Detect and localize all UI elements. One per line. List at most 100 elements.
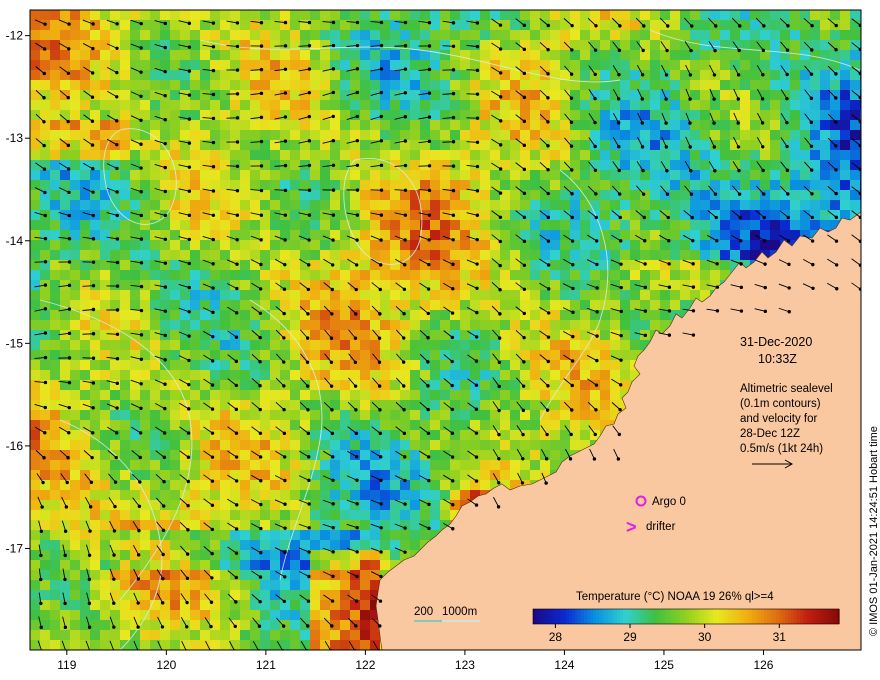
velocity-arrow-head (115, 46, 119, 50)
velocity-arrow-head (258, 335, 262, 340)
velocity-arrow-head (331, 163, 336, 167)
velocity-arrow-head (211, 68, 216, 73)
velocity-arrow-head (451, 213, 456, 217)
velocity-arrow-head (379, 90, 384, 95)
velocity-arrow-head (618, 383, 623, 387)
velocity-arrow-head (619, 239, 623, 243)
velocity-arrow-head (570, 48, 574, 52)
velocity-arrow-head (499, 119, 503, 123)
velocity-arrow-head (186, 479, 190, 484)
velocity-arrow-head (283, 115, 288, 119)
velocity-arrow-head (331, 526, 335, 530)
velocity-arrow-head (186, 431, 191, 435)
velocity-arrow-head (474, 335, 479, 339)
velocity-arrow-head (163, 213, 168, 218)
velocity-arrow-head (858, 287, 861, 291)
velocity-arrow-head (331, 574, 335, 579)
velocity-arrow-head (43, 190, 47, 195)
velocity-arrow-head (522, 191, 527, 196)
velocity-arrow-head (235, 44, 240, 49)
velocity-arrow-head (283, 67, 288, 71)
velocity-arrow-head (617, 72, 621, 77)
velocity-arrow-head (259, 551, 263, 555)
velocity-arrow-head (762, 24, 766, 28)
velocity-arrow-head (163, 406, 167, 411)
velocity-arrow-head (163, 261, 168, 265)
velocity-arrow-head (834, 168, 838, 172)
velocity-arrow-head (475, 237, 479, 242)
velocity-arrow-head (43, 260, 48, 264)
velocity-arrow-head (66, 167, 71, 171)
velocity-arrow-head (259, 91, 264, 96)
velocity-arrow-head (186, 528, 190, 532)
velocity-arrow-head (427, 526, 431, 531)
velocity-arrow-head (522, 167, 527, 172)
velocity-arrow-head (715, 309, 720, 313)
velocity-arrow-head (736, 97, 740, 101)
velocity-arrow-head (451, 503, 455, 507)
velocity-arrow-head (67, 47, 71, 51)
velocity-arrow-head (570, 192, 574, 196)
velocity-arrow-head (187, 285, 191, 290)
velocity-arrow-head (568, 457, 573, 461)
velocity-arrow-head (355, 67, 360, 71)
velocity-arrow-head (738, 215, 742, 220)
velocity-arrow-head (641, 192, 646, 196)
velocity-arrow-head (497, 408, 501, 413)
velocity-arrow-head (139, 166, 143, 170)
velocity-arrow-head (498, 143, 503, 147)
velocity-arrow-head (355, 90, 359, 95)
velocity-arrow-head (522, 47, 527, 52)
velocity-arrow-head (499, 95, 503, 99)
velocity-arrow-head (355, 455, 359, 459)
velocity-arrow-head (283, 238, 287, 242)
velocity-arrow-head (185, 576, 190, 581)
velocity-arrow-head (546, 287, 551, 291)
velocity-arrow-head (379, 43, 384, 48)
velocity-arrow-head (522, 23, 527, 28)
velocity-arrow-head (451, 479, 455, 483)
velocity-arrow-head (426, 384, 430, 388)
velocity-arrow-head (402, 384, 406, 388)
velocity-arrow-head (112, 625, 116, 629)
velocity-arrow-head (834, 191, 838, 196)
velocity-arrow-head (640, 73, 645, 77)
velocity-arrow-head (474, 431, 479, 435)
velocity-arrow-head (739, 285, 744, 290)
velocity-arrow-head (450, 335, 455, 340)
velocity-arrow-head (42, 120, 46, 124)
velocity-arrow-head (379, 67, 384, 71)
velocity-arrow-head (403, 139, 408, 143)
velocity-arrow-head (426, 360, 430, 364)
velocity-arrow-head (282, 336, 286, 340)
desc-line-1: Altimetric sealevel (740, 383, 833, 395)
velocity-arrow-head (641, 48, 645, 53)
velocity-arrow-head (715, 238, 719, 243)
velocity-arrow-head (330, 431, 335, 436)
velocity-arrow-head (187, 237, 192, 242)
velocity-arrow-head (571, 334, 575, 339)
velocity-arrow-head (546, 359, 550, 364)
velocity-arrow-head (282, 431, 287, 436)
velocity-arrow-head (617, 432, 622, 437)
velocity-arrow-head (91, 237, 96, 241)
drifter-symbol: > (626, 517, 637, 537)
velocity-arrow-head (570, 215, 575, 220)
velocity-arrow-head (211, 213, 216, 217)
velocity-arrow-head (163, 189, 167, 194)
velocity-arrow-head (162, 455, 167, 460)
velocity-arrow-head (713, 48, 717, 53)
velocity-arrow-head (163, 21, 168, 26)
velocity-arrow-head (139, 357, 144, 361)
velocity-arrow-head (67, 405, 71, 410)
velocity-arrow-head (91, 167, 95, 171)
velocity-arrow-head (546, 23, 550, 28)
velocity-arrow-head (39, 553, 43, 558)
velocity-arrow-head (355, 138, 360, 143)
velocity-arrow-head (64, 505, 69, 509)
velocity-arrow-head (67, 213, 71, 218)
velocity-arrow-head (259, 502, 263, 507)
velocity-arrow-head (570, 408, 574, 412)
velocity-arrow-head (43, 213, 47, 218)
velocity-arrow-head (91, 22, 95, 26)
